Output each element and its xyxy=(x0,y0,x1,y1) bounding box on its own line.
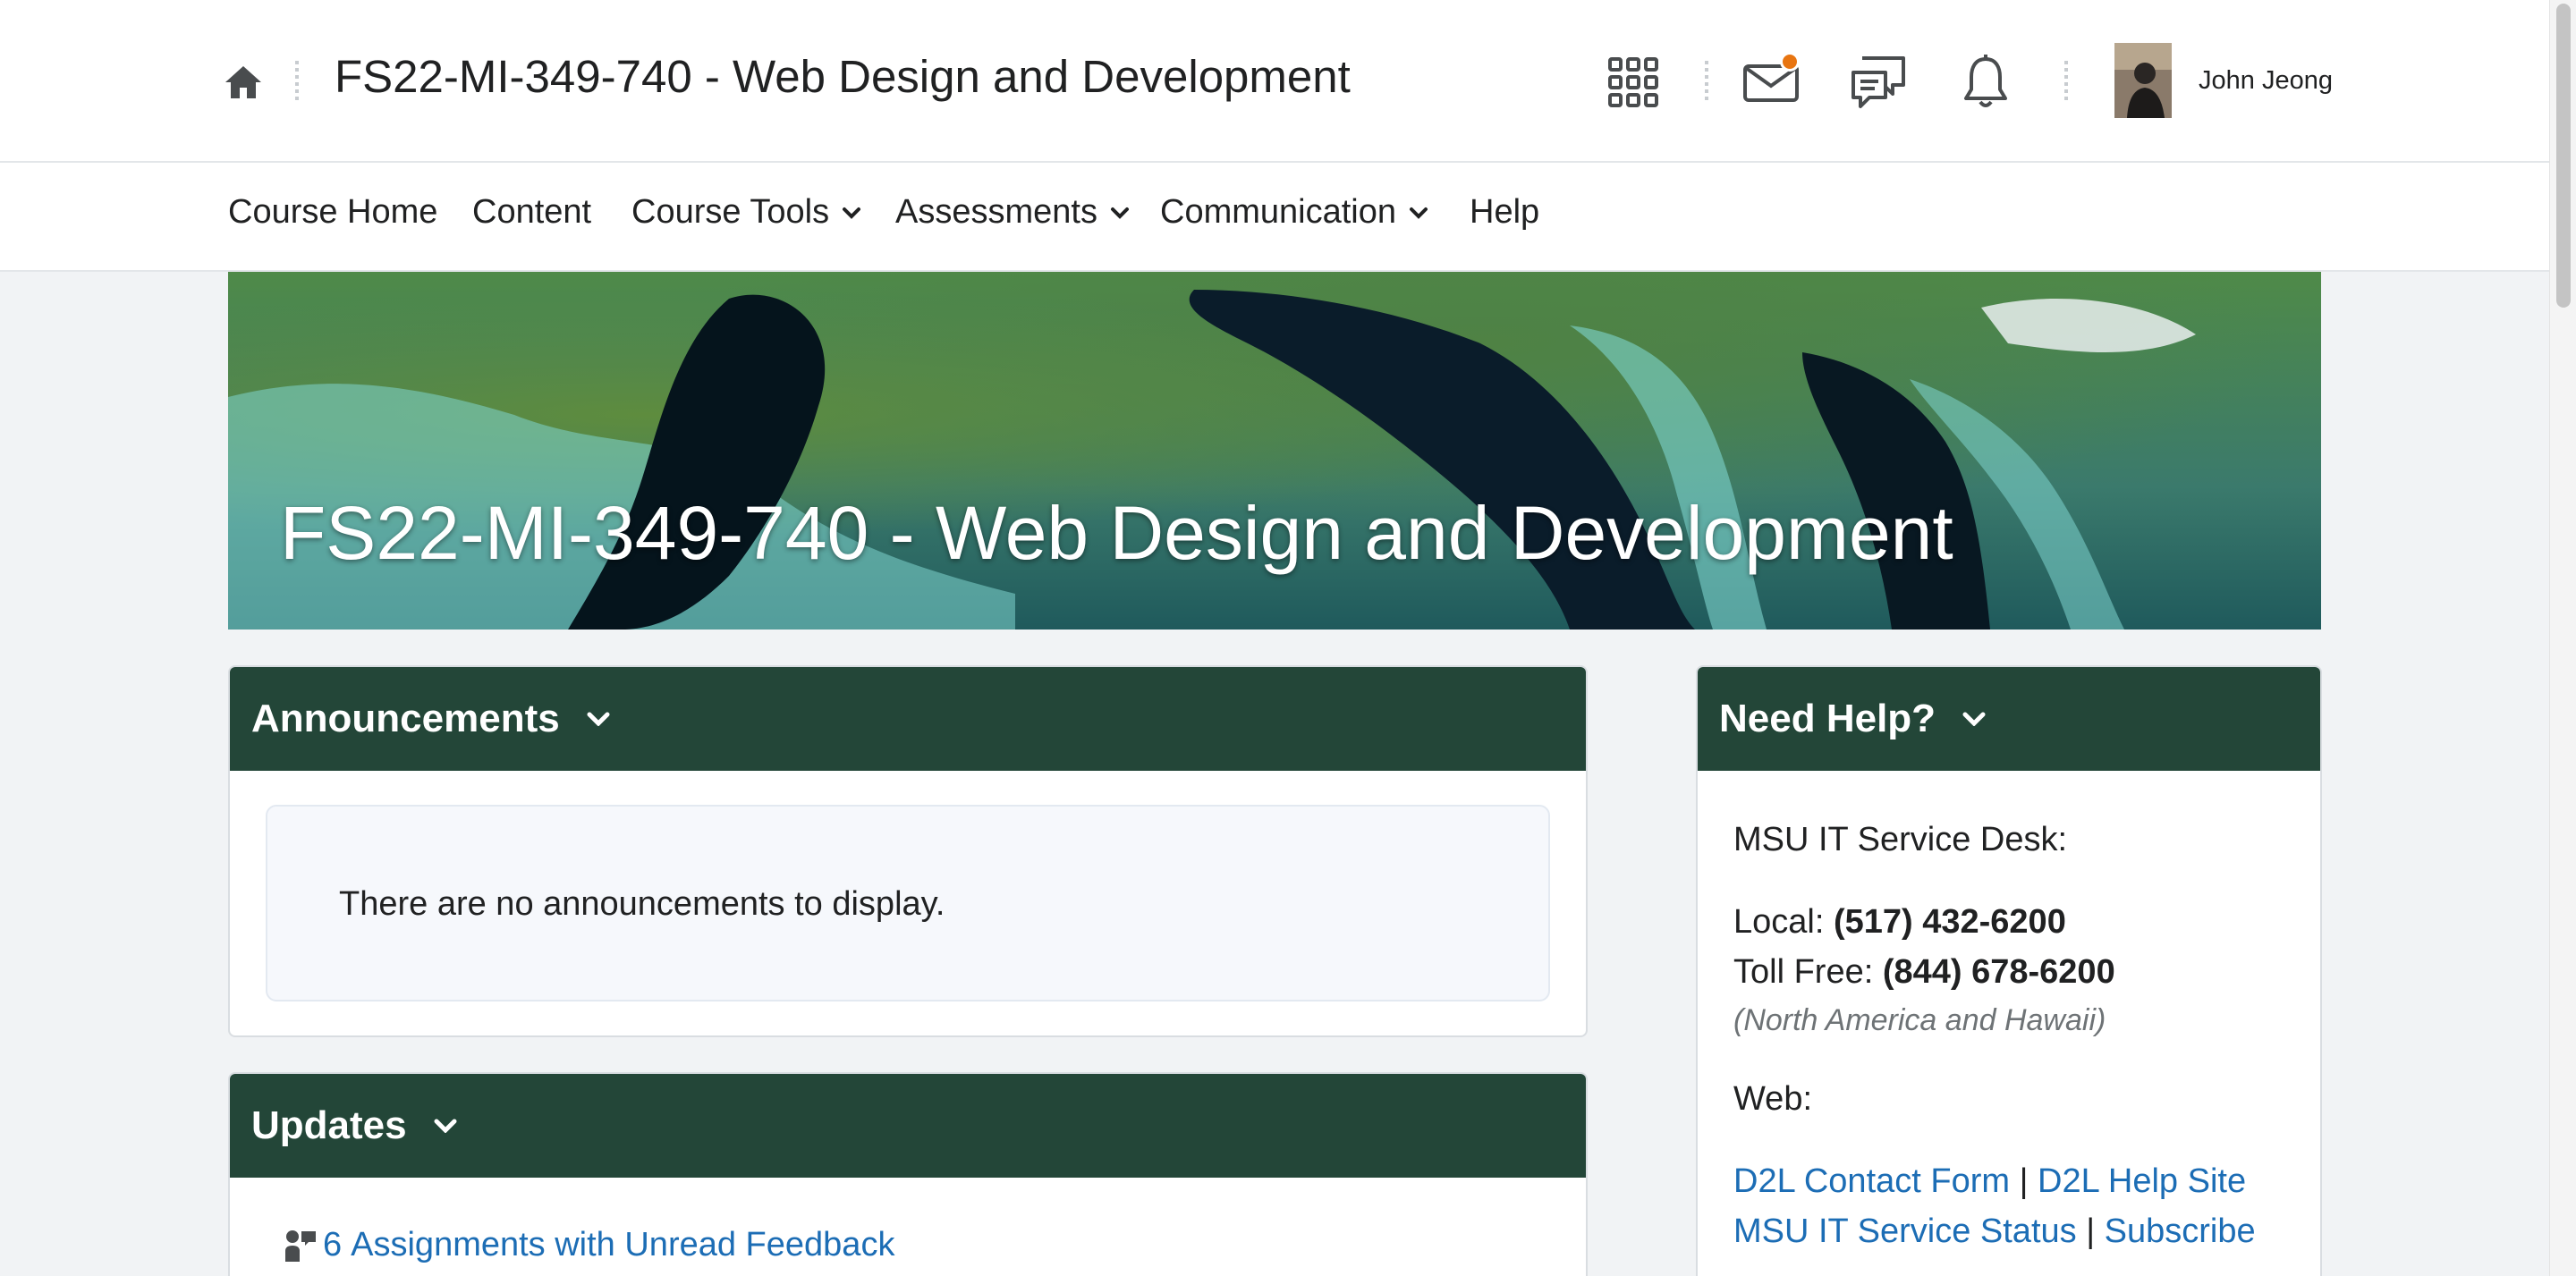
updates-title: Updates xyxy=(251,1103,407,1147)
nav-label: Content xyxy=(472,193,592,231)
banner-title: FS22-MI-349-740 - Web Design and Develop… xyxy=(280,491,1953,575)
scrollbar-thumb[interactable] xyxy=(2556,4,2571,308)
nav-label: Course Tools xyxy=(631,193,830,231)
apps-grid-icon[interactable] xyxy=(1597,46,1669,118)
d2l-contact-form-link[interactable]: D2L Contact Form xyxy=(1733,1162,2010,1200)
header-divider xyxy=(2064,61,2068,104)
header-divider xyxy=(295,61,299,104)
bell-icon[interactable] xyxy=(1950,46,2021,118)
chat-icon[interactable] xyxy=(1843,46,1914,118)
need-help-widget: Need Help? MSU IT Service Desk: Local: (… xyxy=(1696,665,2322,1276)
home-icon[interactable] xyxy=(224,64,263,100)
d2l-help-site-link[interactable]: D2L Help Site xyxy=(2038,1162,2246,1200)
course-banner: FS22-MI-349-740 - Web Design and Develop… xyxy=(228,272,2321,630)
msu-it-service-status-link[interactable]: MSU IT Service Status xyxy=(1733,1213,2077,1250)
avatar[interactable] xyxy=(2114,43,2172,118)
announcements-header: Announcements xyxy=(230,667,1586,771)
local-phone-line: Local: (517) 432-6200 xyxy=(1733,903,2066,942)
announcements-empty-message: There are no announcements to display. xyxy=(339,885,945,923)
nav-course-home[interactable]: Course Home xyxy=(228,193,437,232)
update-count: 6 xyxy=(323,1226,343,1263)
chevron-down-icon[interactable] xyxy=(587,712,610,726)
need-help-header: Need Help? xyxy=(1698,667,2320,771)
nav-course-tools[interactable]: Course Tools xyxy=(631,193,861,232)
tollfree-label: Toll Free: xyxy=(1733,953,1874,991)
updates-widget: Updates 6 Assignments with Unread Feedba… xyxy=(228,1072,1588,1276)
chevron-down-icon[interactable] xyxy=(1962,712,1986,726)
local-label: Local: xyxy=(1733,903,1825,941)
chevron-down-icon xyxy=(843,207,861,219)
announcements-title: Announcements xyxy=(251,697,560,740)
user-name[interactable]: John Jeong xyxy=(2199,66,2333,96)
updates-header: Updates xyxy=(230,1074,1586,1178)
help-links-row-1: D2L Contact Form | D2L Help Site xyxy=(1733,1162,2246,1201)
web-label: Web: xyxy=(1733,1080,1813,1118)
nav-label: Course Home xyxy=(228,193,438,231)
local-phone: (517) 432-6200 xyxy=(1833,903,2066,941)
service-desk-label: MSU IT Service Desk: xyxy=(1733,821,2068,858)
subscribe-link[interactable]: Subscribe xyxy=(2105,1213,2256,1250)
nav-help[interactable]: Help xyxy=(1470,193,1539,232)
announcements-widget: Announcements There are no announcements… xyxy=(228,665,1588,1037)
help-links-row-2: MSU IT Service Status | Subscribe xyxy=(1733,1213,2256,1251)
nav-assessments[interactable]: Assessments xyxy=(895,193,1130,232)
course-title[interactable]: FS22-MI-349-740 - Web Design and Develop… xyxy=(335,50,1351,103)
mail-icon[interactable] xyxy=(1735,46,1807,118)
nav-label: Help xyxy=(1470,193,1540,231)
link-separator: | xyxy=(2086,1213,2096,1250)
region-note: (North America and Hawaii) xyxy=(1733,1003,2106,1037)
chevron-down-icon[interactable] xyxy=(434,1119,457,1133)
header-divider xyxy=(1705,61,1708,104)
nav-label: Communication xyxy=(1160,193,1396,231)
page-scrollbar[interactable] xyxy=(2549,0,2576,1276)
chevron-down-icon xyxy=(1410,207,1428,219)
need-help-title: Need Help? xyxy=(1719,697,1936,740)
feedback-icon xyxy=(285,1230,316,1262)
nav-label: Assessments xyxy=(895,193,1097,231)
nav-content[interactable]: Content xyxy=(472,193,591,232)
nav-communication[interactable]: Communication xyxy=(1160,193,1428,232)
tollfree-phone: (844) 678-6200 xyxy=(1882,953,2115,991)
link-separator: | xyxy=(2019,1162,2029,1200)
notification-badge xyxy=(1780,52,1800,72)
update-item-feedback[interactable]: 6 Assignments with Unread Feedback xyxy=(284,1226,894,1264)
tollfree-phone-line: Toll Free: (844) 678-6200 xyxy=(1733,953,2115,992)
announcements-empty-box: There are no announcements to display. xyxy=(266,805,1550,1001)
chevron-down-icon xyxy=(1110,207,1129,219)
course-nav: Course Home Content Course Tools Assessm… xyxy=(0,163,2549,272)
top-header: FS22-MI-349-740 - Web Design and Develop… xyxy=(0,0,2549,163)
update-label: Assignments with Unread Feedback xyxy=(351,1226,895,1263)
